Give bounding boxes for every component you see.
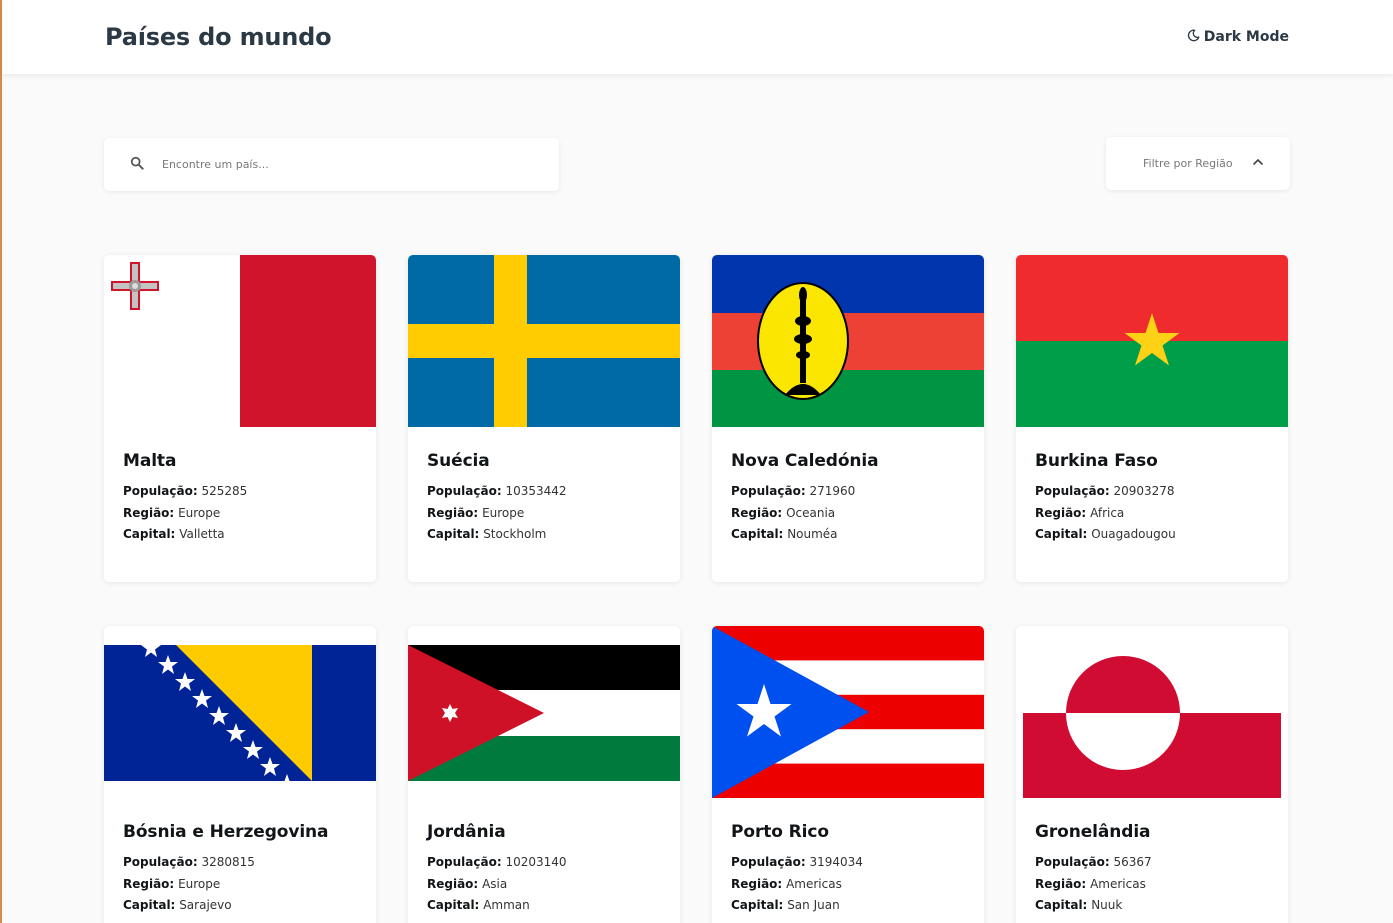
capital-value: Amman [483,898,530,912]
region-value: Americas [786,876,842,891]
country-card-jordan[interactable]: Jordânia População: 10203140 Região: Asi… [408,626,680,923]
region-value: Europe [482,505,525,520]
region-value: Asia [482,876,508,891]
capital-label: Capital: [1035,527,1088,541]
country-name: Bósnia e Herzegovina [123,822,329,842]
population-label: População: [731,484,806,498]
flag-jordan [408,626,680,798]
region-label: Região: [427,505,479,520]
dark-mode-toggle[interactable]: Dark Mode [1187,29,1289,46]
flag-new-caledonia [712,255,984,427]
capital-value: Sarajevo [179,898,232,912]
country-card-greenland[interactable]: Gronelândia População: 56367 Região: Ame… [1016,626,1288,923]
region-label: Região: [731,505,783,520]
country-name: Suécia [427,451,490,471]
country-card-burkina-faso[interactable]: Burkina Faso População: 20903278 Região:… [1016,255,1288,582]
flag-burkina-faso [1016,255,1288,427]
country-card-malta[interactable]: Malta População: 525285 Região: Europe C… [104,255,376,582]
page-title: Países do mundo [105,23,332,51]
population-value: 3280815 [201,855,255,869]
population-label: População: [123,484,198,498]
population-label: População: [427,484,502,498]
search-input[interactable] [162,158,522,171]
population-label: População: [1035,484,1110,498]
country-name: Malta [123,451,177,471]
capital-value: Nouméa [787,527,838,541]
country-card-puerto-rico[interactable]: Porto Rico População: 3194034 Região: Am… [712,626,984,923]
region-label: Região: [123,505,175,520]
flag-puerto-rico [712,626,984,798]
moon-icon [1187,29,1200,46]
population-value: 3194034 [809,855,863,869]
capital-label: Capital: [427,527,480,541]
capital-label: Capital: [731,898,784,912]
flag-greenland [1016,626,1288,798]
region-filter-dropdown[interactable]: Filtre por Região [1106,137,1290,190]
country-card-sweden[interactable]: Suécia População: 10353442 Região: Europ… [408,255,680,582]
region-value: Europe [178,876,221,891]
top-header: Países do mundo Dark Mode [2,0,1393,74]
population-label: População: [731,855,806,869]
country-card-new-caledonia[interactable]: Nova Caledónia População: 271960 Região:… [712,255,984,582]
capital-value: Ouagadougou [1091,527,1176,541]
capital-label: Capital: [1035,898,1088,912]
region-filter-label: Filtre por Região [1143,157,1233,170]
country-name: Gronelândia [1035,822,1151,842]
capital-value: Nuuk [1091,898,1123,912]
flag-sweden [408,255,680,427]
population-value: 56367 [1113,855,1152,869]
region-value: Europe [178,505,221,520]
capital-value: Stockholm [483,527,547,541]
population-value: 271960 [809,484,856,498]
country-name: Porto Rico [731,822,829,842]
population-label: População: [427,855,502,869]
country-card-bosnia[interactable]: Bósnia e Herzegovina População: 3280815 … [104,626,376,923]
region-label: Região: [427,876,479,891]
dark-mode-label: Dark Mode [1203,29,1289,45]
capital-label: Capital: [427,898,480,912]
country-name: Burkina Faso [1035,451,1158,471]
capital-label: Capital: [123,898,176,912]
region-label: Região: [1035,876,1087,891]
region-label: Região: [1035,505,1087,520]
region-label: Região: [123,876,175,891]
flag-bosnia [104,626,376,798]
population-value: 20903278 [1113,484,1175,498]
population-label: População: [1035,855,1110,869]
chevron-up-icon [1252,156,1264,171]
search-box[interactable] [104,138,559,191]
country-name: Jordânia [427,822,506,842]
region-label: Região: [731,876,783,891]
region-value: Oceania [786,505,836,520]
population-value: 525285 [201,484,248,498]
capital-value: Valletta [179,527,225,541]
flag-malta [104,255,376,427]
population-value: 10353442 [505,484,567,498]
search-icon [130,155,162,174]
region-value: Africa [1090,505,1125,520]
population-label: População: [123,855,198,869]
capital-label: Capital: [123,527,176,541]
population-value: 10203140 [505,855,567,869]
capital-value: San Juan [787,898,840,912]
region-value: Americas [1090,876,1146,891]
capital-label: Capital: [731,527,784,541]
country-name: Nova Caledónia [731,451,879,471]
